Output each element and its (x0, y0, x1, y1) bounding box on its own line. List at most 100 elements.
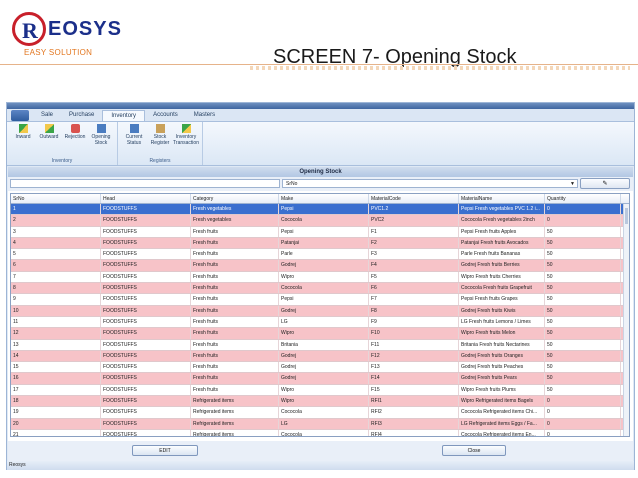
column-header-category[interactable]: Category (191, 194, 279, 203)
table-row[interactable]: 14 FOODSTUFFS Fresh fruits Godrej F12 Godrej … (11, 350, 629, 363)
table-cell: Godrej Fresh fruits Berries (459, 260, 545, 271)
inventory-transaction-button[interactable]: Inventory Transaction (173, 124, 199, 146)
table-cell: 50 (545, 362, 621, 373)
tab-purchase[interactable]: Purchase (61, 110, 102, 121)
filter-input[interactable] (10, 179, 280, 188)
table-cell: 11 (11, 316, 101, 328)
table-cell: 4 (11, 237, 101, 249)
application-menu-button[interactable] (11, 110, 29, 121)
table-cell: 50 (545, 373, 621, 384)
tab-masters[interactable]: Masters (186, 110, 223, 121)
table-row[interactable]: 8 FOODSTUFFS Fresh fruits Cococola F6 Cococol… (11, 283, 629, 295)
table-row[interactable]: 9 FOODSTUFFS Fresh fruits Pepsi F7 Pepsi Fres… (11, 294, 629, 306)
table-cell: FOODSTUFFS (101, 350, 191, 362)
column-header-materialname[interactable]: MaterialName (459, 194, 545, 203)
table-cell: FOODSTUFFS (101, 283, 191, 294)
table-cell: Fresh fruits (191, 339, 279, 350)
table-cell: F7 (369, 294, 459, 305)
table-cell: FOODSTUFFS (101, 305, 191, 316)
table-cell: RFI4 (369, 429, 459, 436)
table-cell: Fresh fruits (191, 283, 279, 294)
table-row[interactable]: 3 FOODSTUFFS Fresh fruits Pepsi F1 Pepsi Fres… (11, 226, 629, 238)
table-cell: FOODSTUFFS (101, 271, 191, 283)
current-status-button[interactable]: Current Status (122, 124, 146, 146)
table-cell: Godrej Fresh fruits Oranges (459, 350, 545, 362)
table-cell: FOODSTUFFS (101, 204, 191, 215)
action-bar: EDIT Close (8, 441, 633, 461)
edit-button[interactable]: EDIT (132, 445, 198, 456)
table-row[interactable]: 15 FOODSTUFFS Fresh fruits Godrej F13 Godrej … (11, 362, 629, 374)
logo-letter: R (22, 18, 38, 43)
table-cell: Pepsi (279, 294, 369, 305)
scrollbar-thumb[interactable] (625, 208, 628, 224)
table-row[interactable]: 16 FOODSTUFFS Fresh fruits Godrej F14 Godrej … (11, 373, 629, 385)
table-row[interactable]: 5 FOODSTUFFS Fresh fruits Parle F3 Parle Fres… (11, 249, 629, 261)
table-cell: 20 (11, 418, 101, 429)
column-header-head[interactable]: Head (101, 194, 191, 203)
table-cell: Godrej (279, 260, 369, 271)
table-row[interactable]: 2 FOODSTUFFS Fresh vegetables Cococola PVC2 C… (11, 215, 629, 227)
table-cell: Fresh fruits (191, 373, 279, 384)
filter-field-select[interactable]: SrNo ▼ (282, 179, 578, 188)
table-row[interactable]: 19 FOODSTUFFS Refrigerated items Cococola RF… (11, 407, 629, 419)
column-header-materialcode[interactable]: MaterialCode (369, 194, 459, 203)
table-cell: Fresh vegetables (191, 204, 279, 215)
outward-button[interactable]: Outward (37, 124, 61, 146)
table-cell: 50 (545, 271, 621, 283)
stock-register-button[interactable]: Stock Register (148, 124, 172, 146)
table-row[interactable]: 17 FOODSTUFFS Fresh fruits Wipro F15 Wipro Fr… (11, 384, 629, 397)
panel-title: Opening Stock (8, 167, 633, 177)
table-cell: 0 (545, 418, 621, 429)
table-cell: Fresh fruits (191, 384, 279, 396)
table-cell: Fresh fruits (191, 362, 279, 373)
rejection-button[interactable]: Rejection (63, 124, 87, 146)
inward-button[interactable]: Inward (11, 124, 35, 146)
rejection-icon (70, 124, 80, 133)
table-cell: 50 (545, 305, 621, 316)
table-cell: Fresh fruits (191, 249, 279, 260)
table-row[interactable]: 18 FOODSTUFFS Refrigerated items Wipro RFI1 W… (11, 396, 629, 408)
table-row[interactable]: 12 FOODSTUFFS Fresh fruits Wipro F10 Wipro Fr… (11, 328, 629, 340)
table-cell: 17 (11, 384, 101, 396)
table-row[interactable]: 10 FOODSTUFFS Fresh fruits Godrej F8 Godrej F… (11, 305, 629, 317)
filter-button[interactable]: ✎ (580, 178, 630, 189)
column-header-make[interactable]: Make (279, 194, 369, 203)
column-header-srno[interactable]: SrNo (11, 194, 101, 203)
tab-sale[interactable]: Sale (33, 110, 61, 121)
table-cell: 12 (11, 328, 101, 339)
column-header-quantity[interactable]: Quantity (545, 194, 621, 203)
table-cell: Britania Fresh fruits Nectarines (459, 339, 545, 350)
ribbon-button-label: Stock Register (150, 134, 170, 146)
table-row[interactable]: 1 FOODSTUFFS Fresh vegetables Pepsi PVC1.2 Pe… (11, 204, 629, 216)
tab-accounts[interactable]: Accounts (145, 110, 186, 121)
ribbon-button-label: Opening Stock (91, 134, 111, 146)
table-cell: 7 (11, 271, 101, 283)
opening-stock-grid: SrNo Head Category Make MaterialCode Material… (10, 193, 630, 437)
close-button[interactable]: Close (442, 445, 506, 456)
table-cell: FOODSTUFFS (101, 384, 191, 396)
filter-row: SrNo ▼ ✎ (8, 177, 633, 191)
app-window: Sale Purchase Inventory Accounts Masters Inw… (6, 102, 635, 470)
table-cell: Cococola (279, 407, 369, 418)
table-cell: Godrej (279, 305, 369, 316)
table-cell: F3 (369, 249, 459, 260)
table-cell: Fresh fruits (191, 271, 279, 283)
table-row[interactable]: 6 FOODSTUFFS Fresh fruits Godrej F4 Godrej Fr… (11, 260, 629, 272)
logo-emblem: R (12, 12, 46, 46)
ribbon-group-registers: Current Status Stock Register Inventory Tr… (118, 122, 203, 165)
table-cell: 50 (545, 350, 621, 362)
grid-vertical-scrollbar[interactable] (623, 204, 629, 436)
table-row[interactable]: 13 FOODSTUFFS Fresh fruits Britania F11 Brita… (11, 339, 629, 351)
table-cell: LG (279, 418, 369, 429)
table-row[interactable]: 4 FOODSTUFFS Fresh fruits Patanjai F2 Patanja… (11, 237, 629, 250)
table-row[interactable]: 20 FOODSTUFFS Refrigerated items LG RFI3 LG R… (11, 418, 629, 430)
table-cell: 3 (11, 226, 101, 237)
table-row[interactable]: 11 FOODSTUFFS Fresh fruits LG F9 LG Fresh fru… (11, 316, 629, 329)
opening-stock-button[interactable]: Opening Stock (89, 124, 113, 146)
header-divider (0, 64, 638, 65)
table-row[interactable]: 21 FOODSTUFFS Refrigerated items Cococola RF… (11, 429, 629, 436)
table-cell: F5 (369, 271, 459, 283)
table-row[interactable]: 7 FOODSTUFFS Fresh fruits Wipro F5 Wipro Fres… (11, 271, 629, 284)
tab-inventory[interactable]: Inventory (102, 110, 146, 121)
table-cell: 50 (545, 237, 621, 249)
